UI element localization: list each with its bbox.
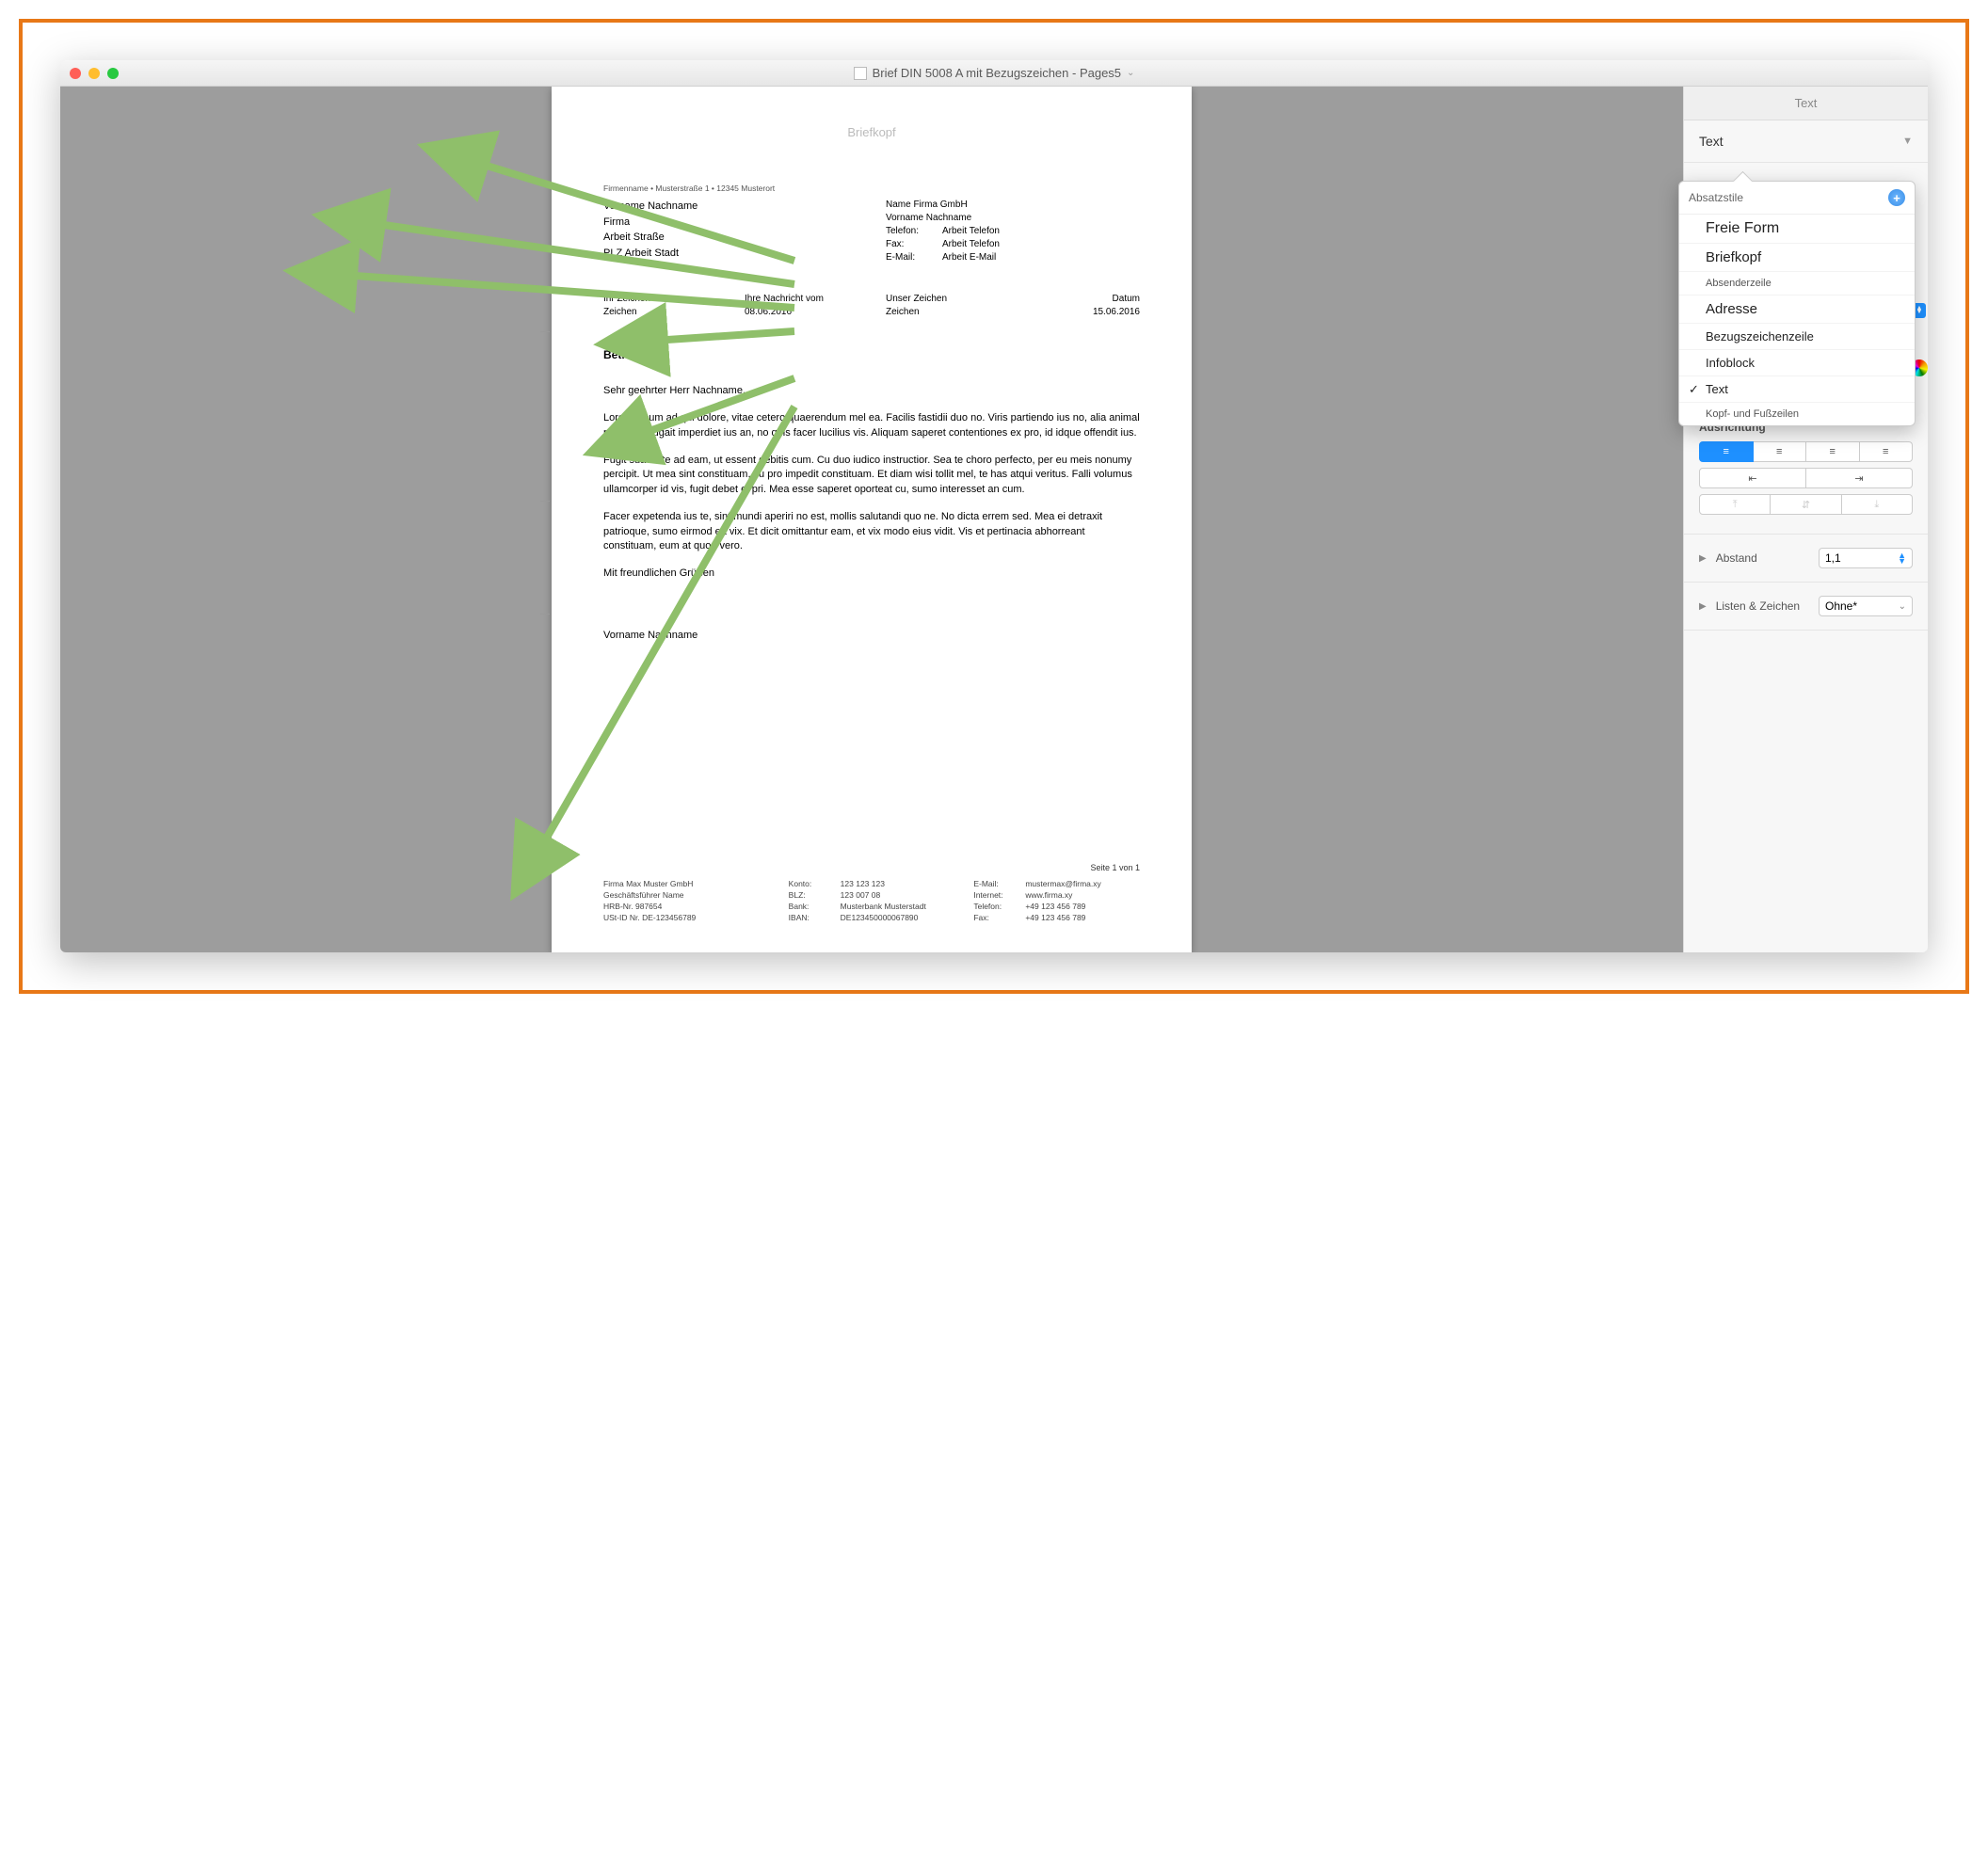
body-paragraph[interactable]: Facer expetenda ius te, sint mundi aperi… — [603, 510, 1140, 553]
footer-col-company[interactable]: Firma Max Muster GmbH Geschäftsführer Na… — [603, 879, 770, 924]
info-label: E-Mail: — [886, 251, 942, 264]
fold-mark — [540, 501, 550, 502]
spacing-select[interactable]: 1,1 ▲▼ — [1819, 548, 1913, 568]
lists-section: ▶ Listen & Zeichen Ohne* ⌄ — [1684, 583, 1928, 631]
signature-name[interactable]: Vorname Nachname — [603, 629, 1140, 643]
window-title[interactable]: Brief DIN 5008 A mit Bezugszeichen - Pag… — [60, 66, 1928, 80]
ref-value[interactable]: Zeichen — [886, 307, 920, 317]
outer-frame: Brief DIN 5008 A mit Bezugszeichen - Pag… — [19, 19, 1969, 994]
info-label: Telefon: — [886, 225, 942, 238]
align-left-button[interactable]: ≡ — [1699, 441, 1754, 462]
style-item[interactable]: Freie Form — [1679, 215, 1915, 244]
popover-title: Absatzstile — [1689, 191, 1743, 204]
page[interactable]: Briefkopf Firmenname • Musterstraße 1 • … — [552, 87, 1192, 952]
style-item[interactable]: Text — [1679, 376, 1915, 403]
ref-label: Ihr Zeichen — [603, 293, 716, 306]
add-style-button[interactable]: + — [1888, 189, 1905, 206]
document-canvas[interactable]: Briefkopf Firmenname • Musterstraße 1 • … — [60, 87, 1683, 952]
info-name[interactable]: Vorname Nachname — [886, 212, 1140, 225]
styles-popover: Absatzstile + Freie FormBriefkopfAbsende… — [1678, 181, 1916, 426]
valign-middle-button[interactable]: ⇵ — [1771, 494, 1841, 515]
ref-value[interactable]: 15.06.2016 — [1093, 307, 1140, 317]
popover-header: Absatzstile + — [1679, 182, 1915, 215]
outdent-button[interactable]: ⇤ — [1699, 468, 1806, 488]
inspector-tab-text[interactable]: Text — [1684, 87, 1928, 120]
paragraph-style-section[interactable]: Text ▼ — [1684, 120, 1928, 163]
ref-label: Datum — [1027, 293, 1140, 306]
window-body: Briefkopf Firmenname • Musterstraße 1 • … — [60, 87, 1928, 952]
inspector-sidebar: Text Text ▼ Absatzstile + Freie FormBrie… — [1683, 87, 1928, 952]
closing[interactable]: Mit freundlichen Grüßen — [603, 567, 1140, 581]
info-value[interactable]: Arbeit E-Mail — [942, 251, 996, 264]
document-icon — [854, 67, 867, 80]
spacing-value: 1,1 — [1825, 551, 1841, 565]
footer-col-contact[interactable]: E-Mail:mustermax@firma.xy Internet:www.f… — [973, 879, 1140, 924]
footer-columns: Firma Max Muster GmbH Geschäftsführer Na… — [603, 879, 1140, 924]
titlebar: Brief DIN 5008 A mit Bezugszeichen - Pag… — [60, 60, 1928, 87]
spacing-label: Abstand — [1716, 551, 1809, 565]
indent-row: ⇤ ⇥ — [1699, 468, 1913, 488]
page-number: Seite 1 von 1 — [603, 862, 1140, 874]
ref-label: Ihre Nachricht vom — [745, 293, 858, 306]
title-text: Brief DIN 5008 A mit Bezugszeichen - Pag… — [873, 66, 1121, 80]
disclosure-triangle-icon[interactable]: ▶ — [1699, 553, 1707, 564]
spacing-section: ▶ Abstand 1,1 ▲▼ — [1684, 535, 1928, 583]
valign-top-button[interactable]: ⤒ — [1699, 494, 1771, 515]
sender-line[interactable]: Firmenname • Musterstraße 1 • 12345 Must… — [603, 184, 1140, 195]
style-item[interactable]: Infoblock — [1679, 350, 1915, 376]
lists-label: Listen & Zeichen — [1716, 599, 1809, 613]
info-label: Fax: — [886, 238, 942, 251]
ref-value[interactable]: 08.06.2016 — [745, 307, 792, 317]
info-value[interactable]: Arbeit Telefon — [942, 238, 1000, 251]
info-company[interactable]: Name Firma GmbH — [886, 199, 1140, 212]
addr-line[interactable]: PLZ Arbeit Stadt — [603, 246, 848, 262]
valign-bottom-button[interactable]: ⤓ — [1842, 494, 1913, 515]
align-justify-button[interactable]: ≡ — [1860, 441, 1914, 462]
style-item[interactable]: Bezugszeichenzeile — [1679, 324, 1915, 350]
style-item[interactable]: Absenderzeile — [1679, 272, 1915, 296]
alignment-section: Ausrichtung ≡ ≡ ≡ ≡ ⇤ ⇥ ⤒ ⇵ ⤓ — [1684, 407, 1928, 535]
stepper-icon[interactable]: ▲▼ — [1898, 552, 1906, 565]
vertical-align-row: ⤒ ⇵ ⤓ — [1699, 494, 1913, 515]
address-row: Vorname Nachname Firma Arbeit Straße PLZ… — [603, 199, 1140, 264]
info-block[interactable]: Name Firma GmbH Vorname Nachname Telefon… — [886, 199, 1140, 264]
fold-mark — [540, 331, 550, 332]
style-item[interactable]: Adresse — [1679, 296, 1915, 324]
ref-value[interactable]: Zeichen — [603, 307, 637, 317]
addr-line[interactable]: Vorname Nachname — [603, 199, 848, 215]
ref-label: Unser Zeichen — [886, 293, 999, 306]
salutation[interactable]: Sehr geehrter Herr Nachname, — [603, 384, 1140, 398]
subject[interactable]: Betreff — [603, 347, 1140, 363]
disclosure-triangle-icon[interactable]: ▶ — [1699, 601, 1707, 612]
addr-line[interactable]: Arbeit Straße — [603, 230, 848, 246]
addr-line[interactable]: Firma — [603, 215, 848, 231]
triangle-down-icon[interactable]: ▼ — [1902, 136, 1913, 147]
lists-value: Ohne* — [1825, 599, 1857, 613]
current-style-name[interactable]: Text — [1699, 134, 1723, 149]
style-item[interactable]: Kopf- und Fußzeilen — [1679, 403, 1915, 425]
styles-list: Freie FormBriefkopfAbsenderzeileAdresseB… — [1679, 215, 1915, 425]
body-paragraph[interactable]: Fugit suavitate ad eam, ut essent debiti… — [603, 454, 1140, 497]
chevron-down-icon: ⌄ — [1899, 601, 1906, 612]
lists-select[interactable]: Ohne* ⌄ — [1819, 596, 1913, 616]
body-paragraph[interactable]: Lorem ipsum ad qui dolore, vitae cetero … — [603, 411, 1140, 440]
reference-line[interactable]: Ihr ZeichenZeichen Ihre Nachricht vom08.… — [603, 293, 1140, 319]
recipient-address[interactable]: Vorname Nachname Firma Arbeit Straße PLZ… — [603, 199, 848, 264]
app-window: Brief DIN 5008 A mit Bezugszeichen - Pag… — [60, 60, 1928, 952]
chevron-down-icon: ⌄ — [1127, 68, 1134, 78]
fold-mark — [540, 614, 550, 615]
text-align-row: ≡ ≡ ≡ ≡ — [1699, 441, 1913, 462]
align-right-button[interactable]: ≡ — [1806, 441, 1860, 462]
footer-col-bank[interactable]: Konto:123 123 123 BLZ:123 007 08 Bank:Mu… — [789, 879, 955, 924]
indent-button[interactable]: ⇥ — [1806, 468, 1913, 488]
page-footer[interactable]: Seite 1 von 1 Firma Max Muster GmbH Gesc… — [603, 862, 1140, 924]
info-value[interactable]: Arbeit Telefon — [942, 225, 1000, 238]
letterhead[interactable]: Briefkopf — [603, 124, 1140, 141]
align-center-button[interactable]: ≡ — [1754, 441, 1807, 462]
style-item[interactable]: Briefkopf — [1679, 244, 1915, 272]
